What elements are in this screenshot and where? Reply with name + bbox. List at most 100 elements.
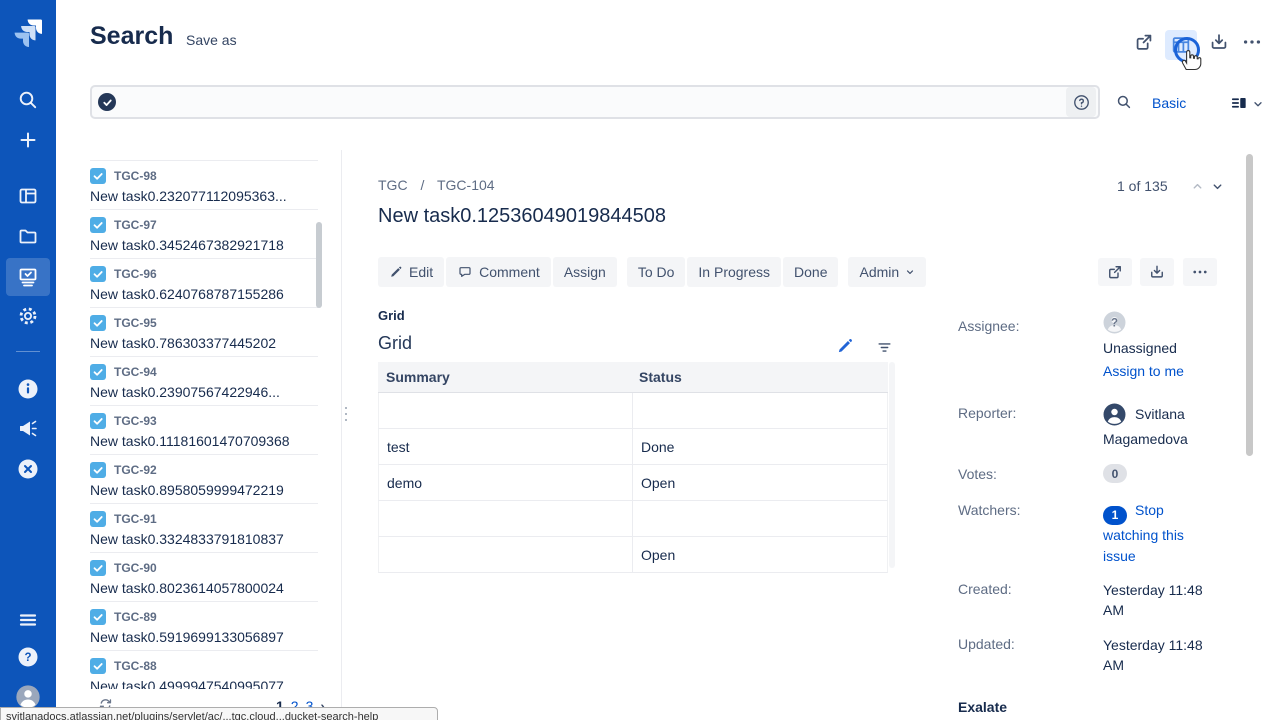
summary-cell[interactable]: test <box>379 439 632 455</box>
list-item[interactable]: TGC-93New task0.11181601470709368 <box>90 406 318 455</box>
list-item[interactable]: TGC-89New task0.5919699133056897 <box>90 602 318 651</box>
list-item[interactable]: TGC-92New task0.8958059999472219 <box>90 455 318 504</box>
table-row: testDone <box>378 429 888 465</box>
done-button[interactable]: Done <box>783 257 838 287</box>
dismiss-icon[interactable] <box>16 457 40 481</box>
list-item[interactable]: TGC-96New task0.6240768787155286 <box>90 259 318 308</box>
info-icon[interactable] <box>16 377 40 401</box>
create-icon[interactable] <box>16 128 40 152</box>
grid-edit-pencil-icon[interactable] <box>836 337 854 355</box>
issue-more-button[interactable] <box>1183 258 1217 286</box>
list-item[interactable]: TGC-98 New task0.232077112095363... <box>90 161 318 210</box>
help-icon[interactable]: ? <box>16 645 40 669</box>
edit-button[interactable]: Edit <box>378 257 444 287</box>
list-item[interactable]: TGC-90New task0.8023614057800024 <box>90 553 318 602</box>
todo-label: To Do <box>638 264 675 280</box>
previous-issue-chevron-icon[interactable] <box>1191 180 1204 193</box>
page-scrollbar[interactable] <box>1246 154 1253 456</box>
issue-summary: New task0.8958059999472219 <box>90 482 318 498</box>
chevron-down-icon <box>905 267 915 277</box>
unassigned-avatar: ? <box>1103 311 1126 334</box>
queues-icon[interactable] <box>16 265 40 289</box>
detail-view-icon[interactable] <box>1229 93 1249 113</box>
admin-dropdown[interactable]: Admin <box>848 257 926 287</box>
issue-key: TGC-95 <box>114 316 157 330</box>
grid-filter-icon[interactable] <box>876 339 893 356</box>
list-scrollbar[interactable] <box>316 222 322 308</box>
search-icon[interactable] <box>16 88 40 112</box>
issue-summary: New task0.23907567422946... <box>90 384 318 400</box>
task-type-icon <box>90 511 106 527</box>
list-item[interactable]: TGC-91New task0.3324833791810837 <box>90 504 318 553</box>
issue-summary: New task0.3452467382921718 <box>90 237 318 253</box>
search-input[interactable] <box>90 85 1100 119</box>
column-header: Summary <box>378 369 631 385</box>
grid-scrollbar[interactable] <box>889 362 895 568</box>
more-icon[interactable] <box>1241 31 1263 53</box>
issue-summary: New task0.232077112095363... <box>90 188 318 204</box>
assignee-value: Unassigned <box>1103 340 1177 356</box>
download-icon[interactable] <box>1208 31 1230 53</box>
help-circle-icon[interactable] <box>1066 87 1096 117</box>
task-type-icon <box>90 462 106 478</box>
search-submit-icon[interactable] <box>1115 93 1133 111</box>
board-icon[interactable] <box>16 184 40 208</box>
issue-key: TGC-89 <box>114 610 157 624</box>
todo-button[interactable]: To Do <box>627 257 686 287</box>
list-item[interactable]: TGC-88New task0.4999947540995077 <box>90 651 318 689</box>
created-value: Yesterday 11:48 AM <box>1103 580 1215 620</box>
list-item[interactable]: TGC-94 New task0.23907567422946... <box>90 357 318 406</box>
app-window: ? Search Save as Basic T <box>0 0 1280 720</box>
task-type-icon <box>90 315 106 331</box>
breadcrumb-project[interactable]: TGC <box>378 177 408 193</box>
inprogress-button[interactable]: In Progress <box>687 257 781 287</box>
status-cell[interactable]: Open <box>632 465 887 500</box>
chevron-down-icon[interactable] <box>1252 98 1264 110</box>
inprogress-label: In Progress <box>698 264 770 280</box>
save-as-button[interactable]: Save as <box>186 32 237 48</box>
share-icon[interactable] <box>1133 31 1155 53</box>
issue-key: TGC-98 <box>114 169 157 183</box>
svg-text:?: ? <box>1111 318 1118 330</box>
status-cell[interactable]: Open <box>632 537 887 572</box>
status-cell[interactable] <box>632 501 887 536</box>
next-issue-chevron-icon[interactable] <box>1211 180 1224 193</box>
summary-cell[interactable]: demo <box>379 475 632 491</box>
watchers-count-badge[interactable]: 1 <box>1103 506 1127 525</box>
issue-toolbar: Edit Comment Assign To Do In Progress Do… <box>378 257 928 287</box>
status-cell[interactable] <box>632 393 887 428</box>
sidebar: ? <box>0 0 56 720</box>
menu-icon[interactable] <box>16 608 40 632</box>
breadcrumb-issue-key[interactable]: TGC-104 <box>437 177 495 193</box>
list-item[interactable]: TGC-97New task0.3452467382921718 <box>90 210 318 259</box>
task-type-icon <box>90 266 106 282</box>
issue-key: TGC-90 <box>114 561 157 575</box>
projects-icon[interactable] <box>16 224 40 248</box>
updated-value: Yesterday 11:48 AM <box>1103 635 1215 675</box>
done-label: Done <box>794 264 827 280</box>
reporter-value-block: Svitlana Magamedova <box>1103 402 1225 452</box>
jira-logo[interactable] <box>13 17 43 47</box>
svg-text:?: ? <box>24 652 31 664</box>
assign-to-me-link[interactable]: Assign to me <box>1103 363 1184 379</box>
issue-export-button[interactable] <box>1140 258 1174 286</box>
assign-button[interactable]: Assign <box>553 257 617 287</box>
breadcrumb-separator: / <box>420 177 424 193</box>
status-cell[interactable]: Done <box>632 429 887 464</box>
comment-button[interactable]: Comment <box>446 257 551 287</box>
comment-icon <box>457 264 473 280</box>
check-circle-icon <box>98 93 116 111</box>
basic-mode-toggle[interactable]: Basic <box>1152 95 1186 111</box>
feedback-icon[interactable] <box>16 417 40 441</box>
panel-drag-handle[interactable] <box>344 407 348 425</box>
issue-key: TGC-88 <box>114 659 157 673</box>
issue-pager-position: 1 of 135 <box>1117 178 1168 194</box>
list-item[interactable]: TGC-95New task0.786303377445202 <box>90 308 318 357</box>
task-type-icon <box>90 413 106 429</box>
grid-field-label: Grid <box>378 308 405 323</box>
issue-key: TGC-94 <box>114 365 157 379</box>
issue-list: TGC-98 New task0.232077112095363... TGC-9… <box>90 160 318 689</box>
settings-icon[interactable] <box>16 304 40 328</box>
pencil-icon <box>389 265 403 279</box>
issue-share-button[interactable] <box>1098 258 1132 286</box>
